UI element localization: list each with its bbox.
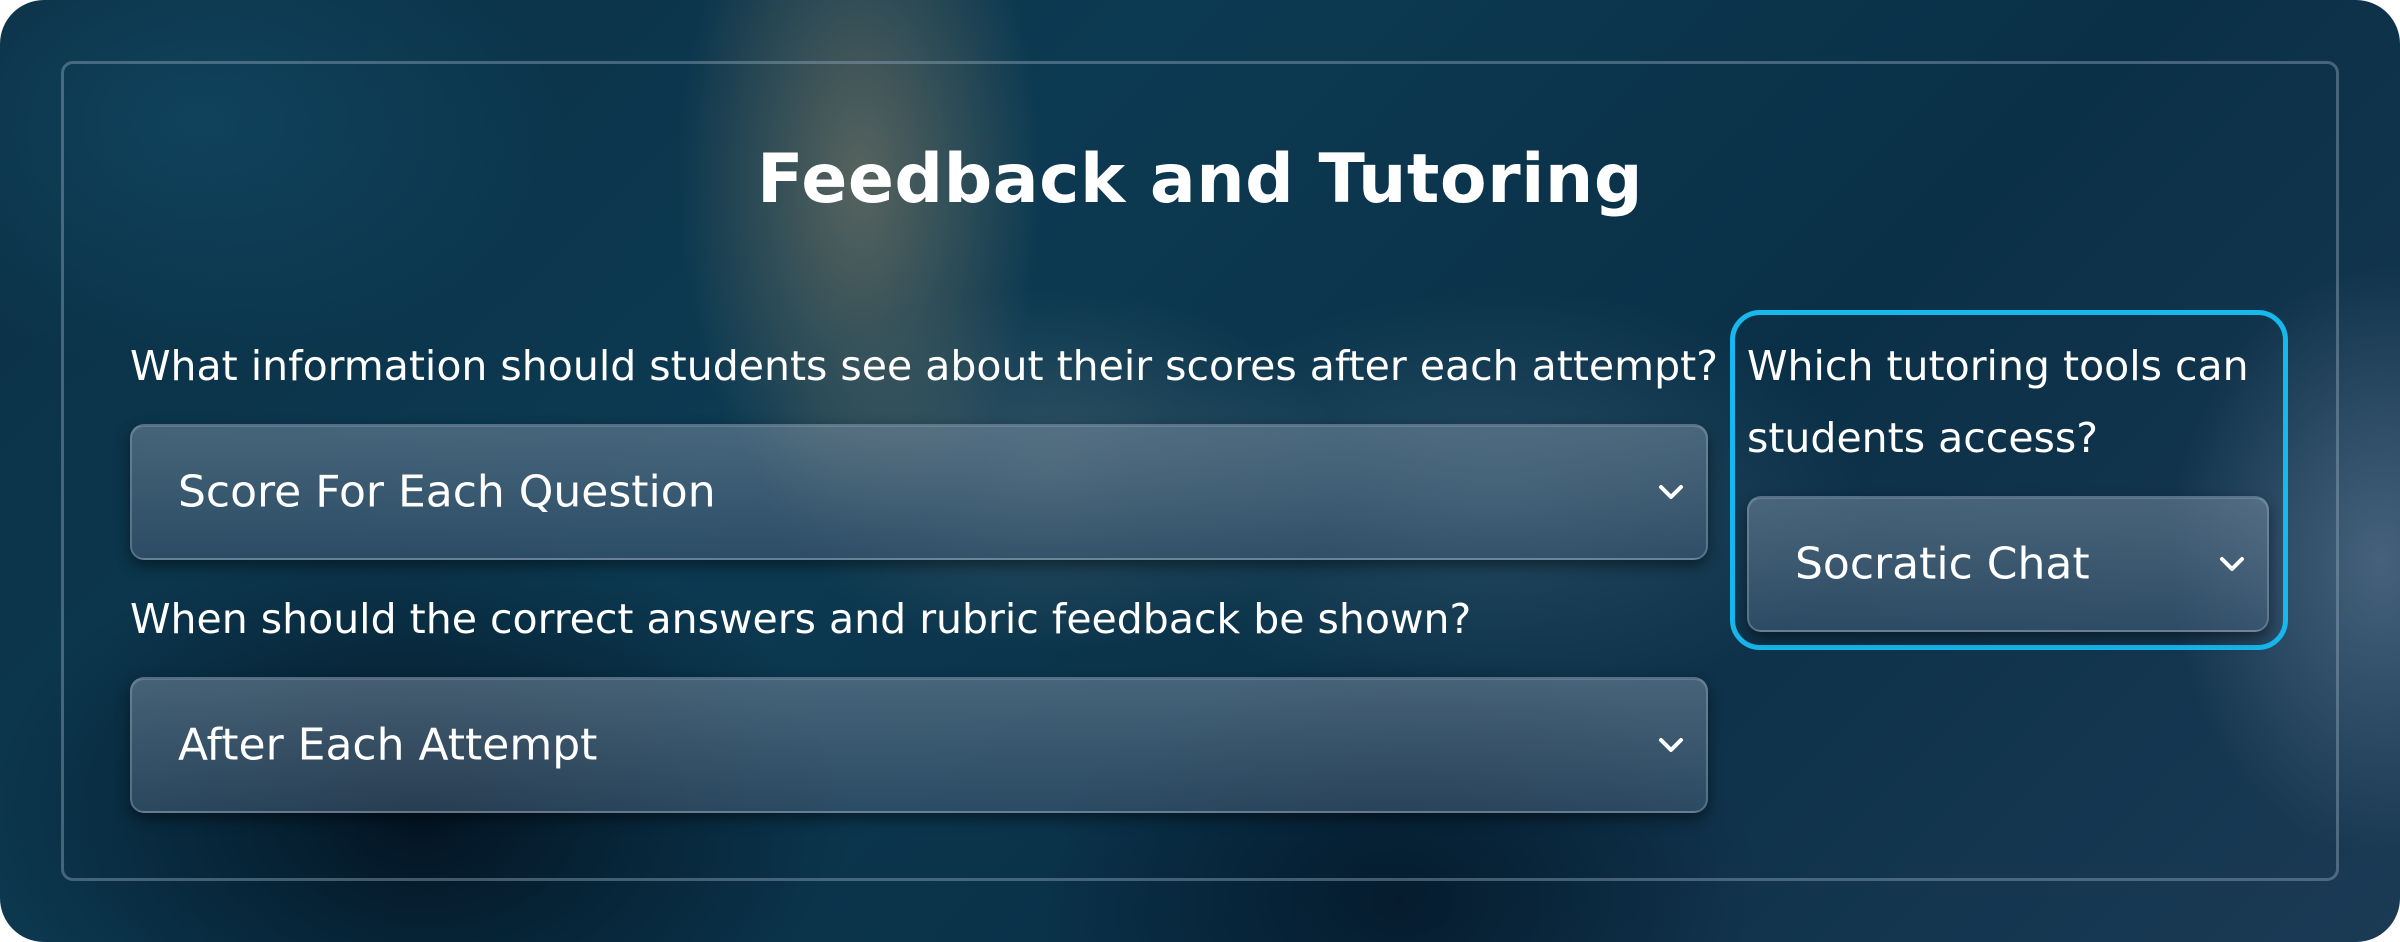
answers-timing-value: After Each Attempt [178,719,598,771]
tutoring-tools-select[interactable]: Socratic Chat [1747,496,2269,632]
chevron-down-icon [2220,557,2244,571]
chevron-down-icon [1659,485,1683,499]
answers-question-label: When should the correct answers and rubr… [130,595,1472,643]
answers-timing-select[interactable]: After Each Attempt [130,677,1708,813]
tutoring-question-label-line1: Which tutoring tools can [1747,342,2249,390]
chevron-down-icon [1659,738,1683,752]
scores-visibility-value: Score For Each Question [178,466,716,518]
tutoring-question-label-line2: students access? [1747,414,2099,462]
page-title: Feedback and Tutoring [757,140,1643,219]
scores-visibility-select[interactable]: Score For Each Question [130,424,1708,560]
scores-question-label: What information should students see abo… [130,342,1718,390]
tutoring-tools-value: Socratic Chat [1795,538,2090,590]
window: Feedback and Tutoring What information s… [0,0,2400,942]
